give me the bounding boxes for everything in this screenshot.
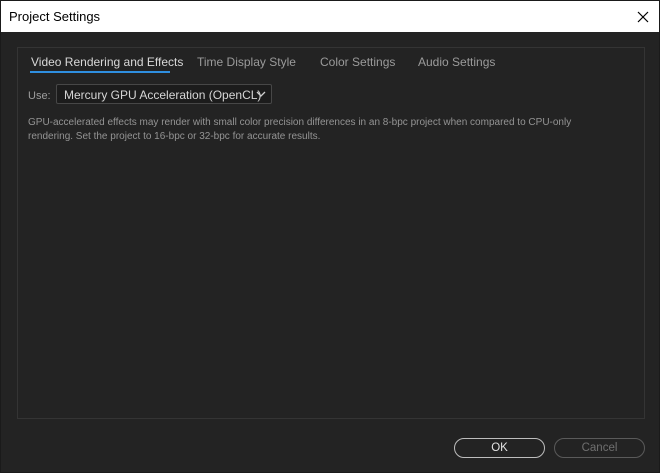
project-settings-dialog: Project Settings Video Rendering and Eff… bbox=[0, 0, 660, 473]
active-tab-indicator bbox=[30, 71, 170, 73]
tab-bar: Video Rendering and Effects Time Display… bbox=[18, 48, 644, 78]
use-label: Use: bbox=[28, 90, 51, 102]
renderer-dropdown-value: Mercury GPU Acceleration (OpenCL) bbox=[64, 88, 262, 102]
tab-audio-settings[interactable]: Audio Settings bbox=[418, 55, 495, 69]
window-title: Project Settings bbox=[9, 9, 101, 24]
gpu-notice-text: GPU-accelerated effects may render with … bbox=[28, 117, 572, 142]
renderer-dropdown[interactable]: Mercury GPU Acceleration (OpenCL) bbox=[56, 84, 272, 104]
ok-button[interactable]: OK bbox=[454, 438, 545, 458]
title-bar: Project Settings bbox=[1, 1, 659, 32]
close-button[interactable] bbox=[627, 1, 659, 32]
tab-video-rendering-and-effects[interactable]: Video Rendering and Effects bbox=[31, 55, 183, 69]
chevron-down-icon bbox=[256, 91, 266, 97]
close-icon bbox=[637, 11, 649, 22]
settings-panel: Video Rendering and Effects Time Display… bbox=[17, 47, 645, 419]
cancel-button[interactable]: Cancel bbox=[554, 438, 645, 458]
tab-time-display-style[interactable]: Time Display Style bbox=[197, 55, 296, 69]
tab-color-settings[interactable]: Color Settings bbox=[320, 55, 395, 69]
